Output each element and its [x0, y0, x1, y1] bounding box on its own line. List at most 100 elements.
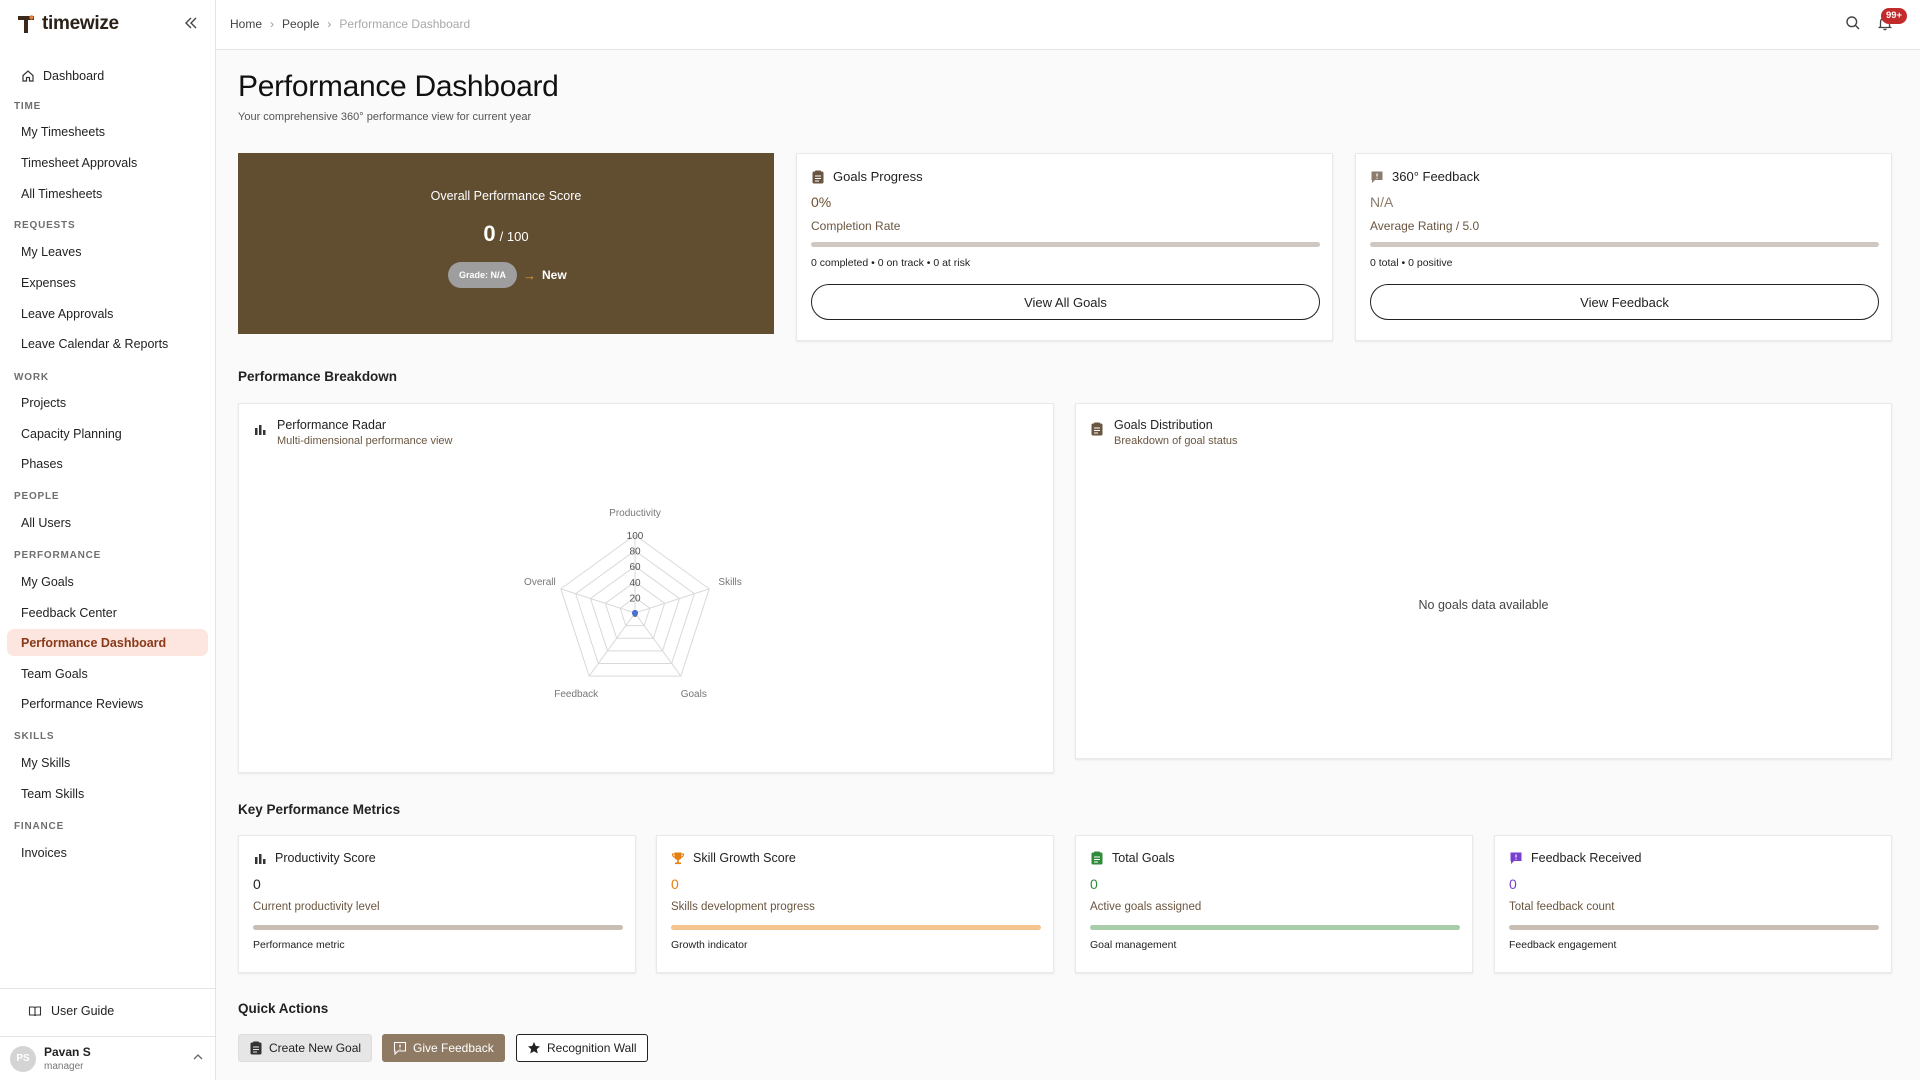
user-divider — [0, 1036, 216, 1037]
search-icon[interactable] — [1845, 15, 1863, 33]
metric-title: Productivity Score — [253, 851, 376, 865]
goals-progress-title: Goals Progress — [833, 169, 923, 184]
clipboard-icon — [1090, 851, 1104, 865]
metric-value: 0 — [253, 876, 261, 892]
user-menu[interactable]: PS Pavan S manager — [10, 1045, 91, 1072]
page-subtitle: Your comprehensive 360° performance view… — [238, 111, 532, 123]
overall-score-title: Overall Performance Score — [430, 189, 582, 203]
collapse-sidebar-icon[interactable] — [182, 15, 200, 33]
metric-title: Total Goals — [1090, 851, 1175, 865]
sidebar-item-all-users[interactable]: All Users — [7, 509, 208, 536]
nav-heading-work: WORK — [14, 372, 49, 383]
metric-label: Current productivity level — [253, 901, 380, 913]
goals-progress-stats: 0 completed • 0 on track • 0 at risk — [811, 257, 971, 269]
sidebar-item-label: Dashboard — [43, 68, 105, 83]
feedback-360-value: N/A — [1370, 194, 1394, 210]
grade-badge: Grade: N/A — [448, 262, 518, 288]
recognition-wall-button[interactable]: Recognition Wall — [516, 1034, 648, 1062]
recognition-wall-label: Recognition Wall — [547, 1041, 637, 1055]
trophy-icon — [671, 851, 685, 865]
feedback-360-card: 360° Feedback N/A Average Rating / 5.0 0… — [1355, 153, 1892, 341]
user-guide-link[interactable]: User Guide — [28, 1004, 114, 1018]
user-role: manager — [44, 1061, 84, 1072]
radar-spoke — [634, 588, 710, 614]
goals-distribution-header: Goals Distribution Breakdown of goal sta… — [1090, 418, 1238, 447]
clipboard-icon — [1090, 422, 1104, 436]
sidebar-item-my-goals[interactable]: My Goals — [7, 568, 208, 595]
radar-tick-label: 20 — [629, 593, 641, 604]
sidebar-item-leave-calendar[interactable]: Leave Calendar & Reports — [7, 330, 208, 357]
overall-score-value: 0/ 100 — [238, 221, 774, 247]
view-feedback-button[interactable]: View Feedback — [1370, 284, 1879, 320]
sidebar-item-invoices[interactable]: Invoices — [7, 839, 208, 866]
breadcrumb: Home › People › Performance Dashboard — [230, 17, 470, 31]
feedback-360-title: 360° Feedback — [1392, 169, 1480, 184]
feedback-icon — [1370, 170, 1384, 184]
sidebar-item-leave-approvals[interactable]: Leave Approvals — [7, 300, 208, 327]
feedback-icon — [1509, 851, 1523, 865]
radar-axis-label: Productivity — [609, 508, 661, 519]
metric-card-feedback-received: Feedback Received 0 Total feedback count… — [1494, 835, 1892, 973]
breadcrumb-people[interactable]: People — [282, 17, 319, 31]
trend-arrow-icon: → — [523, 267, 537, 283]
sidebar-item-performance-reviews[interactable]: Performance Reviews — [7, 690, 208, 717]
sidebar-item-team-goals[interactable]: Team Goals — [7, 660, 208, 687]
create-new-goal-button[interactable]: Create New Goal — [238, 1034, 373, 1062]
sidebar-item-my-skills[interactable]: My Skills — [7, 749, 208, 776]
feedback-360-header: 360° Feedback — [1370, 169, 1480, 184]
notification-badge: 99+ — [1881, 8, 1907, 24]
score-number: 0 — [483, 221, 496, 246]
metric-title: Skill Growth Score — [671, 851, 796, 865]
home-icon — [21, 69, 35, 83]
view-all-goals-button[interactable]: View All Goals — [811, 284, 1320, 320]
metric-foot: Goal management — [1090, 939, 1177, 951]
metric-card-skill-growth: Skill Growth Score 0 Skills development … — [656, 835, 1054, 973]
goals-progress-card: Goals Progress 0% Completion Rate 0 comp… — [796, 153, 1333, 341]
radar-tick-label: 100 — [627, 531, 644, 542]
metric-foot: Growth indicator — [671, 939, 748, 951]
metric-title: Feedback Received — [1509, 851, 1641, 865]
give-feedback-button[interactable]: Give Feedback — [382, 1034, 505, 1062]
sidebar-item-timesheet-approvals[interactable]: Timesheet Approvals — [7, 149, 208, 176]
book-icon — [28, 1004, 42, 1018]
sidebar-divider — [0, 988, 216, 989]
radar-spoke — [588, 612, 636, 677]
chevron-up-icon[interactable] — [193, 1052, 203, 1064]
nav-heading-finance: FINANCE — [14, 821, 65, 832]
sidebar-item-projects[interactable]: Projects — [7, 389, 208, 416]
sidebar-item-expenses[interactable]: Expenses — [7, 269, 208, 296]
breadcrumb-home[interactable]: Home — [230, 17, 262, 31]
metric-title-text: Feedback Received — [1531, 851, 1642, 865]
nav-heading-skills: SKILLS — [14, 731, 55, 742]
radar-axis-label: Feedback — [554, 689, 599, 700]
metric-card-productivity: Productivity Score 0 Current productivit… — [238, 835, 636, 973]
goals-distribution-empty: No goals data available — [1418, 598, 1549, 612]
sidebar-item-phases[interactable]: Phases — [7, 450, 208, 477]
brand[interactable]: timewize — [16, 12, 119, 36]
clipboard-icon — [811, 170, 825, 184]
metric-bar — [1509, 925, 1879, 930]
sidebar-item-performance-dashboard[interactable]: Performance Dashboard — [7, 629, 208, 656]
sidebar-item-dashboard[interactable]: Dashboard — [7, 62, 208, 89]
grade-status: New — [542, 268, 567, 282]
sidebar-item-my-leaves[interactable]: My Leaves — [7, 238, 208, 265]
section-performance-breakdown: Performance Breakdown — [238, 369, 398, 384]
feedback-360-bar — [1370, 242, 1879, 247]
goals-progress-header: Goals Progress — [811, 169, 923, 184]
metric-value: 0 — [671, 876, 679, 892]
top-bar: Home › People › Performance Dashboard 99… — [216, 0, 1920, 50]
goals-distribution-card: Goals Distribution Breakdown of goal sta… — [1075, 403, 1892, 759]
score-max: / 100 — [499, 229, 529, 244]
star-icon — [527, 1041, 541, 1055]
metric-label: Active goals assigned — [1090, 901, 1202, 913]
sidebar-item-all-timesheets[interactable]: All Timesheets — [7, 180, 208, 207]
sidebar-item-feedback-center[interactable]: Feedback Center — [7, 599, 208, 626]
page-title: Performance Dashboard — [238, 70, 559, 103]
goals-progress-value: 0% — [811, 194, 832, 210]
metric-title-text: Productivity Score — [275, 851, 376, 865]
sidebar-item-capacity-planning[interactable]: Capacity Planning — [7, 420, 208, 447]
radar-tick-label: 60 — [629, 562, 641, 573]
sidebar-item-my-timesheets[interactable]: My Timesheets — [7, 118, 208, 145]
radar-axis-label: Goals — [681, 689, 707, 700]
sidebar-item-team-skills[interactable]: Team Skills — [7, 780, 208, 807]
